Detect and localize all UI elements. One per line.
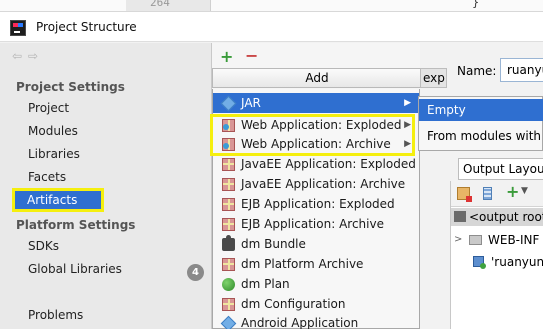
sidebar-item-global-libraries[interactable]: Global Libraries [28, 259, 122, 279]
name-label: Name: [457, 64, 497, 78]
editor-brace: } [472, 0, 480, 9]
output-layout-area: + ▼ <output root> > WEB-INF 'ruanyun_web… [450, 181, 543, 329]
artifact-tab-fragment[interactable]: explo [420, 68, 447, 88]
menu-item-label: dm Bundle [241, 237, 306, 251]
menu-item-label: dm Configuration [241, 297, 346, 311]
menu-item-label: EJB Application: Archive [241, 217, 384, 231]
create-directory-icon[interactable] [457, 187, 472, 202]
sidebar-item-facets[interactable]: Facets [28, 167, 66, 187]
output-root-icon [454, 211, 466, 222]
menu-item-label: EJB Application: Exploded [241, 197, 395, 211]
section-title-platform-settings: Platform Settings [16, 218, 136, 232]
remove-artifact-icon[interactable]: − [245, 46, 258, 65]
menu-item-ejb-exploded[interactable]: EJB Application: Exploded [213, 194, 419, 214]
artifact-name-input[interactable]: ruanyun_war [500, 58, 543, 82]
add-artifact-icon[interactable]: + [220, 47, 233, 66]
gift-icon [222, 158, 235, 171]
menu-item-dm-platform-archive[interactable]: dm Platform Archive [213, 254, 419, 274]
sidebar: ⇦⇨ Project Settings Project Modules Libr… [0, 43, 212, 329]
menu-item-label: JavaEE Application: Archive [241, 177, 406, 191]
diamond-icon [220, 315, 237, 329]
menu-item-dm-configuration[interactable]: dm Configuration [213, 294, 419, 314]
output-root-row[interactable]: <output root> [451, 208, 543, 226]
add-copy-icon[interactable]: + [506, 182, 519, 201]
sidebar-item-artifacts[interactable]: Artifacts [12, 188, 104, 212]
menu-item-jar[interactable]: JAR ▶ [213, 93, 419, 113]
menu-item-javaee-archive[interactable]: JavaEE Application: Archive [213, 174, 419, 194]
sidebar-item-problems[interactable]: Problems [28, 305, 83, 325]
submenu-arrow-icon: ▶ [404, 98, 411, 108]
gift-icon [222, 198, 235, 211]
ball-icon [222, 278, 235, 291]
sidebar-item-project[interactable]: Project [28, 98, 69, 118]
output-root-label: <output root> [469, 210, 543, 224]
tab-output-layout[interactable]: Output Layout [458, 158, 543, 180]
chevron-down-icon[interactable]: ▼ [521, 186, 528, 196]
submenu-item-from-modules[interactable]: From modules with dependencies... [419, 125, 543, 147]
window-title: Project Structure [36, 20, 137, 34]
title-bar: Project Structure [0, 12, 543, 42]
folder-icon [469, 235, 482, 245]
menu-item-label: Android Application [241, 316, 359, 329]
sidebar-item-libraries[interactable]: Libraries [28, 144, 80, 164]
artifact-detail-panel: explo Name: ruanyun_war Output Layout + … [420, 43, 543, 329]
editor-strip: 264 } [0, 0, 543, 12]
menu-item-label: dm Plan [241, 277, 290, 291]
menu-item-label: JAR [241, 96, 261, 110]
tree-row-label: 'ruanyun_web' module [491, 255, 543, 269]
intellij-app-icon [10, 20, 26, 36]
gift-icon [222, 298, 235, 311]
menu-item-ejb-archive[interactable]: EJB Application: Archive [213, 214, 419, 234]
sidebar-item-modules[interactable]: Modules [28, 121, 78, 141]
diamond-icon [220, 95, 237, 112]
menu-item-label: JavaEE Application: Exploded [241, 157, 416, 171]
chevron-right-icon[interactable]: > [454, 231, 462, 249]
problems-count-badge: 4 [187, 264, 204, 281]
tree-row-web-inf[interactable]: > WEB-INF [451, 231, 543, 249]
menu-item-android-application[interactable]: Android Application [213, 313, 419, 329]
create-archive-icon[interactable] [483, 187, 492, 200]
menu-item-dm-plan[interactable]: dm Plan [213, 274, 419, 294]
editor-line-number: 264 [150, 0, 170, 9]
menu-item-javaee-exploded[interactable]: JavaEE Application: Exploded [213, 154, 419, 174]
module-icon [473, 256, 486, 269]
menu-item-label: dm Platform Archive [241, 257, 364, 271]
nav-back-forward-icon[interactable]: ⇦⇨ [12, 49, 44, 63]
jar-submenu: Empty From modules with dependencies... [418, 96, 543, 151]
output-toolbar: + ▼ [451, 181, 543, 207]
annotation-highlight-web-app [210, 114, 415, 156]
gift-icon [222, 258, 235, 271]
submenu-item-empty[interactable]: Empty [419, 99, 543, 121]
sidebar-item-sdks[interactable]: SDKs [28, 236, 59, 256]
section-title-project-settings: Project Settings [16, 80, 125, 94]
menu-item-dm-bundle[interactable]: dm Bundle [213, 234, 419, 254]
puzzle-icon [222, 235, 235, 251]
tree-row-module[interactable]: 'ruanyun_web' module [451, 253, 543, 271]
gift-icon [222, 218, 235, 231]
gift-icon [222, 178, 235, 191]
tree-row-label: WEB-INF [488, 233, 540, 247]
add-menu-header: Add [212, 68, 422, 88]
